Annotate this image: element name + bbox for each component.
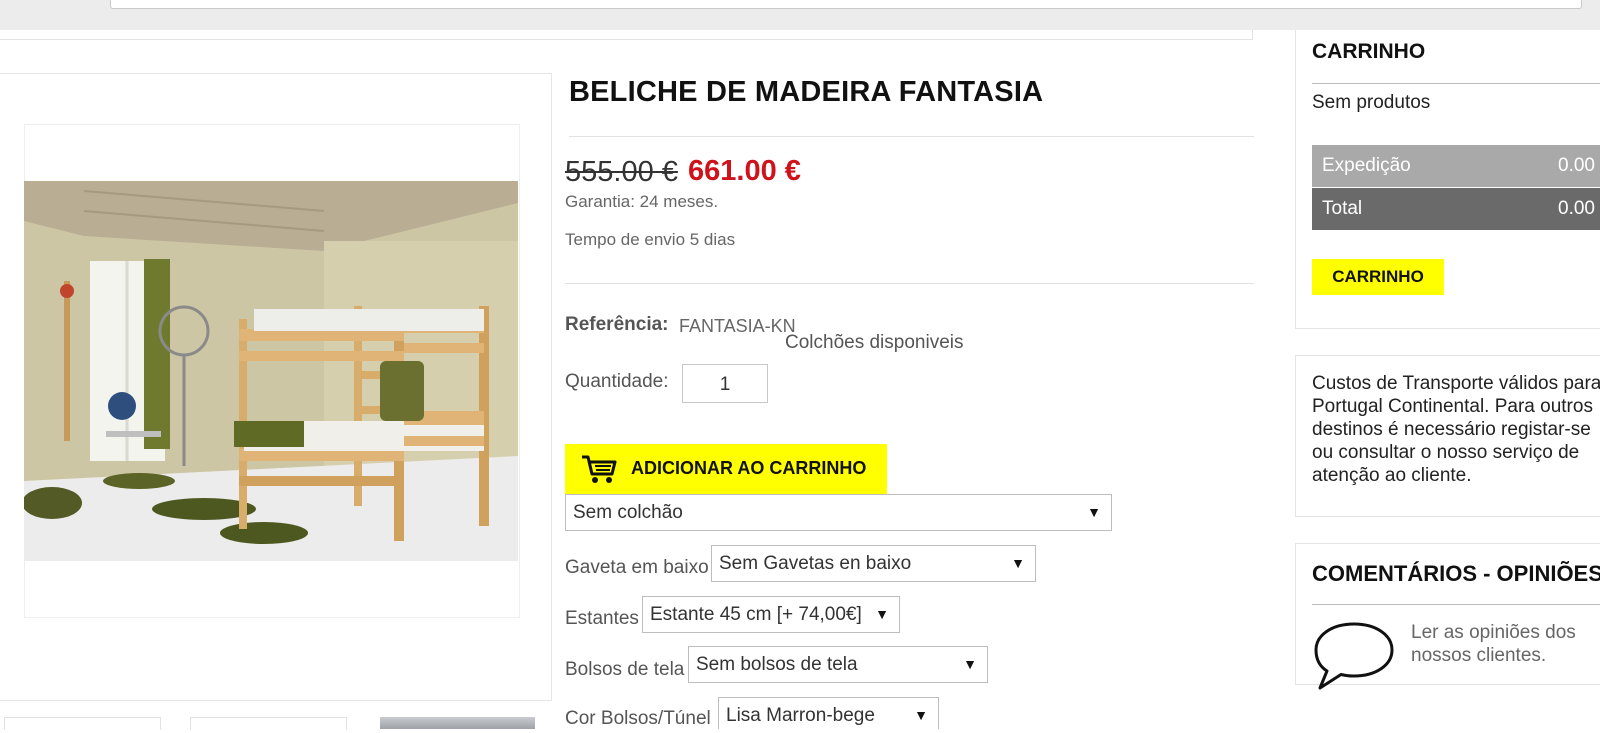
cart-title: CARRINHO [1312,40,1426,63]
divider [565,283,1254,284]
speech-bubble-icon[interactable] [1312,620,1396,692]
mattress-select[interactable]: Sem colchão ▼ [565,494,1112,531]
warranty-text: Garantia: 24 meses. [565,192,719,211]
dropdown-arrow-icon: ▼ [1087,504,1101,520]
divider [1312,604,1600,605]
divider [569,136,1254,137]
cart-shipping-label: Expedição [1322,155,1411,176]
header-strip [0,30,1253,40]
thumbnail-3[interactable] [380,717,535,729]
old-price: 555.00 € [565,156,678,188]
quantity-label: Quantidade: [565,371,669,392]
dropdown-arrow-icon: ▼ [914,707,928,723]
address-bar[interactable] [110,0,1582,9]
shelves-select-value: Estante 45 cm [+ 74,00€] [650,604,862,625]
pockets-select[interactable]: Sem bolsos de tela ▼ [688,646,988,683]
cart-shipping-row: Expedição 0.00 [1312,145,1600,187]
reviews-text[interactable]: Ler as opiniões dos nossos clientes. [1411,621,1600,667]
transport-note-text: Custos de Transporte válidos para Portug… [1312,373,1600,486]
product-photo[interactable] [24,181,518,561]
divider [1312,83,1600,84]
quantity-input[interactable]: 1 [682,364,768,403]
product-title: BELICHE DE MADEIRA FANTASIA [569,76,1044,108]
reference-value: FANTASIA-KN [679,316,796,336]
shelves-select[interactable]: Estante 45 cm [+ 74,00€] ▼ [642,596,900,633]
thumbnail-2[interactable] [190,717,347,730]
current-price: 661.00 € [688,155,801,187]
mattress-availability-note: Colchões disponiveis [785,332,964,353]
pocket-color-select-value: Lisa Marron-bege [726,705,875,726]
cart-total-value: 0.00 [1558,198,1595,219]
cart-total-label: Total [1322,198,1363,219]
mattress-select-value: Sem colchão [573,502,683,523]
cart-total-row: Total 0.00 [1312,188,1600,230]
pockets-select-value: Sem bolsos de tela [696,654,858,675]
dropdown-arrow-icon: ▼ [1011,555,1025,571]
reference-label: Referência: [565,314,669,335]
pocket-color-select[interactable]: Lisa Marron-bege ▼ [718,697,939,729]
drawer-label: Gaveta em baixo [565,557,709,578]
dropdown-arrow-icon: ▼ [875,606,889,622]
view-cart-button[interactable]: CARRINHO [1312,259,1444,295]
cart-shipping-value: 0.00 [1558,155,1595,176]
drawer-select[interactable]: Sem Gavetas en baixo ▼ [711,545,1036,582]
shipping-time-text: Tempo de envio 5 dias [565,230,736,249]
shelves-label: Estantes [565,608,639,629]
cart-icon [582,455,617,483]
add-to-cart-label: ADICIONAR AO CARRINHO [631,458,867,478]
drawer-select-value: Sem Gavetas en baixo [719,553,912,574]
dropdown-arrow-icon: ▼ [963,656,977,672]
cart-empty-text: Sem produtos [1312,92,1431,113]
add-to-cart-button[interactable]: ADICIONAR AO CARRINHO [565,444,887,494]
thumbnail-1[interactable] [4,717,161,730]
pocket-color-label: Cor Bolsos/Túnel [565,708,711,729]
pockets-label: Bolsos de tela [565,659,685,680]
reviews-title: COMENTÁRIOS - OPINIÕES [1312,561,1600,586]
